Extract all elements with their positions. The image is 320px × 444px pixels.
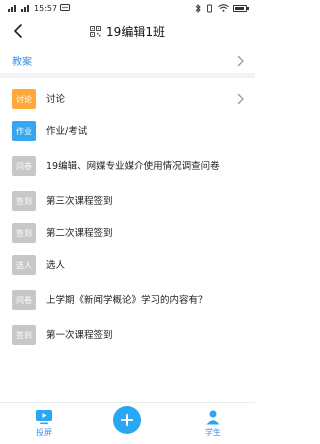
vibrate-icon xyxy=(207,4,212,12)
pick-badge: 选人 xyxy=(12,255,36,275)
message-icon xyxy=(60,4,71,11)
bottom-bar: 投屏 学生 xyxy=(0,402,255,444)
chevron-right-icon xyxy=(237,93,244,105)
signin-badge: 签到 xyxy=(12,325,36,345)
homework-badge: 作业 xyxy=(12,121,36,141)
list-item-survey-2[interactable]: 问卷 上学期《新闻学概论》学习的内容有？ xyxy=(0,281,255,319)
list-item-pick-student[interactable]: 选人 选人 xyxy=(0,249,255,281)
plus-icon xyxy=(121,414,133,426)
list-item-text: 选人 xyxy=(46,259,66,271)
discussion-badge: 讨论 xyxy=(12,89,36,109)
qr-code-icon[interactable] xyxy=(90,25,102,37)
back-arrow-icon xyxy=(14,24,22,38)
bluetooth-icon xyxy=(195,3,201,13)
list-item-text: 第二次课程签到 xyxy=(46,227,113,239)
lesson-plan-row[interactable]: 教案 xyxy=(0,48,255,78)
list-item-survey[interactable]: 问卷 19编辑、网媒专业媒介使用情况调查问卷 xyxy=(0,147,255,185)
lesson-plan-label: 教案 xyxy=(12,57,32,68)
battery-icon xyxy=(233,4,249,12)
status-left: 15:57 xyxy=(8,3,71,13)
students-label: 学生 xyxy=(205,428,221,437)
list-item-discussion[interactable]: 讨论 讨论 xyxy=(0,83,255,115)
signal2-icon xyxy=(21,5,29,12)
screen-cast-label: 投屏 xyxy=(36,428,52,437)
chevron-right-icon xyxy=(237,55,244,66)
survey-badge: 问卷 xyxy=(12,290,36,310)
students-button[interactable]: 学生 xyxy=(198,409,228,438)
list-item-homework[interactable]: 作业 作业/考试 xyxy=(0,115,255,147)
signin-badge: 签到 xyxy=(12,191,36,211)
signal-icon xyxy=(8,5,16,12)
list-item-signin-3[interactable]: 签到 第三次课程签到 xyxy=(0,185,255,217)
list-item-text: 第三次课程签到 xyxy=(46,195,113,207)
app-root: 15:57 19编辑1班 教案 讨论 讨论 作业 作业/考试 问卷 19编辑、网… xyxy=(0,0,255,444)
list-item-text: 19编辑、网媒专业媒介使用情况调查问卷 xyxy=(46,160,220,172)
status-right xyxy=(195,3,249,13)
list-item-text: 第一次课程签到 xyxy=(46,329,113,341)
activity-list: 讨论 讨论 作业 作业/考试 问卷 19编辑、网媒专业媒介使用情况调查问卷 签到… xyxy=(0,83,255,351)
list-item-signin-2[interactable]: 签到 第二次课程签到 xyxy=(0,217,255,249)
list-item-text: 讨论 xyxy=(46,93,66,105)
signin-badge: 签到 xyxy=(12,223,36,243)
title-wrap: 19编辑1班 xyxy=(90,23,165,40)
screen-cast-button[interactable]: 投屏 xyxy=(29,409,59,438)
wifi-icon xyxy=(218,4,229,12)
top-app-bar: 19编辑1班 xyxy=(0,16,255,46)
status-bar: 15:57 xyxy=(0,0,255,16)
back-button[interactable] xyxy=(8,20,28,42)
screen-cast-icon xyxy=(36,410,52,425)
page-title: 19编辑1班 xyxy=(106,24,165,39)
student-icon xyxy=(206,410,220,425)
status-time: 15:57 xyxy=(34,3,58,13)
list-item-text: 上学期《新闻学概论》学习的内容有？ xyxy=(46,294,208,306)
add-button[interactable] xyxy=(113,406,141,434)
list-item-text: 作业/考试 xyxy=(46,125,88,137)
survey-badge: 问卷 xyxy=(12,156,36,176)
list-item-signin-1[interactable]: 签到 第一次课程签到 xyxy=(0,319,255,351)
